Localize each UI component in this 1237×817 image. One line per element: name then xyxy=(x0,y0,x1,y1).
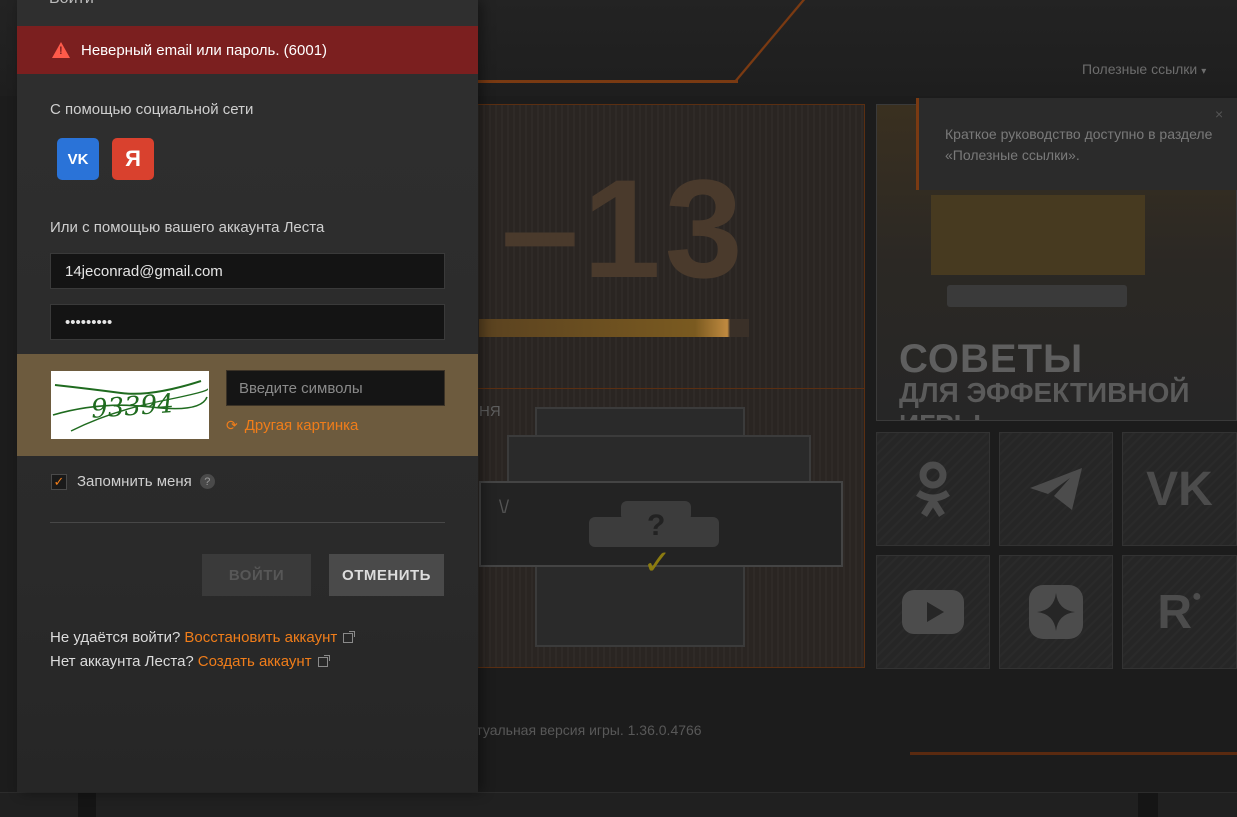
yandex-login-button[interactable]: Я xyxy=(112,138,154,180)
remember-me-row[interactable]: ✓ Запомнить меня ? xyxy=(51,473,215,490)
remember-me-label: Запомнить меня xyxy=(77,473,192,490)
email-field[interactable] xyxy=(50,253,445,289)
taskbar-segment xyxy=(1138,793,1158,817)
captcha-text: 93394 xyxy=(90,389,175,425)
vk-icon: VK xyxy=(1146,462,1213,516)
captcha-section: 93394 ⟳ Другая картинка xyxy=(17,354,478,456)
keyboard-illustration xyxy=(947,285,1127,307)
captcha-image: 93394 xyxy=(51,371,209,439)
account-login-label: Или с помощью вашего аккаунта Леста xyxy=(50,219,325,236)
rutube-icon: R ● xyxy=(1157,585,1202,639)
cancel-button[interactable]: ОТМЕНИТЬ xyxy=(329,554,444,596)
refresh-icon: ⟳ xyxy=(226,417,238,433)
event-counter: –13 xyxy=(501,150,747,307)
tooltip-text: Краткое руководство доступно в разделе «… xyxy=(945,126,1213,163)
error-banner: Неверный email или пароль. (6001) xyxy=(17,26,478,74)
captcha-input[interactable] xyxy=(226,370,445,406)
recover-row: Не удаётся войти? Восстановить аккаунт xyxy=(50,629,356,646)
error-message: Неверный email или пароль. (6001) xyxy=(81,41,328,59)
ok-icon xyxy=(877,433,989,545)
footer-accent-line xyxy=(910,752,1237,755)
event-progress xyxy=(479,319,749,337)
recover-account-link[interactable]: Восстановить аккаунт xyxy=(184,629,337,646)
create-account-link[interactable]: Создать аккаунт xyxy=(198,653,312,670)
panel-title: Войти xyxy=(49,0,94,8)
event-tile[interactable]: –13 НЯ ? ✓ \/ xyxy=(470,104,865,668)
recover-prefix: Не удаётся войти? xyxy=(50,629,181,646)
section-fragment: НЯ xyxy=(479,403,501,420)
create-prefix: Нет аккаунта Леста? xyxy=(50,653,194,670)
vk-login-button[interactable]: VK xyxy=(57,138,99,180)
tips-title: СОВЕТЫ xyxy=(899,337,1084,381)
guide-tooltip: Краткое руководство доступно в разделе «… xyxy=(916,98,1237,190)
tips-subtitle: ДЛЯ ЭФФЕКТИВНОЙ ИГРЫ xyxy=(899,377,1190,420)
social-login-label: С помощью социальной сети xyxy=(50,101,254,118)
login-panel: Войти Неверный email или пароль. (6001) … xyxy=(17,0,478,792)
refresh-captcha-label: Другая картинка xyxy=(244,417,359,434)
game-version: ктуальная версия игры. 1.36.0.4766 xyxy=(470,722,702,738)
warning-icon xyxy=(52,42,70,58)
taskbar xyxy=(0,792,1237,817)
password-field[interactable] xyxy=(50,304,445,340)
social-tile-vk[interactable]: VK xyxy=(1122,432,1237,546)
social-tile-rutube[interactable]: R ● xyxy=(1122,555,1237,669)
social-tile-dzen[interactable] xyxy=(999,555,1113,669)
useful-links-menu[interactable]: Полезные ссылки ▾ xyxy=(1082,61,1206,77)
social-tile-telegram[interactable] xyxy=(999,432,1113,546)
external-link-icon xyxy=(343,630,356,643)
external-link-icon xyxy=(317,654,330,667)
header-accent-line xyxy=(478,80,738,83)
yandex-icon: Я xyxy=(125,146,141,171)
help-icon[interactable]: ? xyxy=(199,474,215,489)
separator xyxy=(50,522,445,523)
launcher-window: Полезные ссылки ▾ –13 НЯ ? ✓ \/ СОВЕТЫ ДЛ… xyxy=(0,0,1237,817)
telegram-icon xyxy=(1000,433,1112,545)
close-icon[interactable]: × xyxy=(1215,106,1223,122)
login-button[interactable]: ВОЙТИ xyxy=(202,554,311,596)
taskbar-segment xyxy=(78,793,96,817)
remember-me-checkbox[interactable]: ✓ xyxy=(51,473,67,490)
chevron-down-icon: ▾ xyxy=(1201,66,1207,77)
social-tile-ok[interactable] xyxy=(876,432,990,546)
social-tile-youtube[interactable] xyxy=(876,555,990,669)
tile-divider xyxy=(471,388,864,389)
monitor-illustration xyxy=(931,195,1145,275)
refresh-captcha-link[interactable]: ⟳ Другая картинка xyxy=(226,417,358,434)
vk-icon: VK xyxy=(67,150,89,168)
tier-mark: \/ xyxy=(499,497,510,517)
dzen-icon xyxy=(1000,556,1112,668)
check-icon: ✓ xyxy=(643,544,672,582)
mystery-icon: ? xyxy=(647,509,666,542)
create-row: Нет аккаунта Леста? Создать аккаунт xyxy=(50,653,330,670)
youtube-icon xyxy=(877,556,989,668)
useful-links-label: Полезные ссылки xyxy=(1082,61,1198,77)
